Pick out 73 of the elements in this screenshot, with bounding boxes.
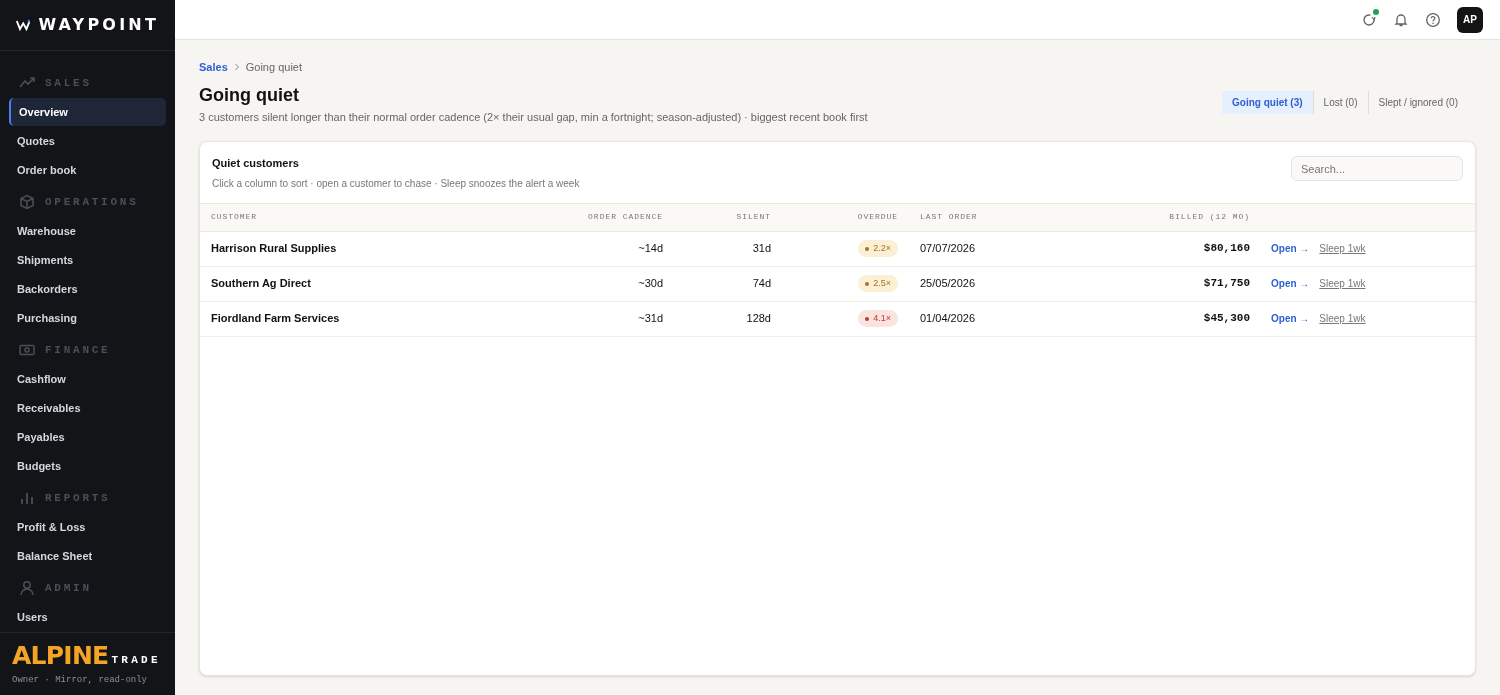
chevron-icon xyxy=(233,63,240,72)
filter-tab[interactable]: Lost (0) xyxy=(1312,90,1368,114)
company-logo: ALPINE xyxy=(12,643,109,668)
nav-item[interactable]: Payables xyxy=(9,423,166,451)
breadcrumb-current: Going quiet xyxy=(245,60,302,75)
user-icon xyxy=(18,580,36,596)
user-avatar[interactable]: AP xyxy=(1457,6,1483,33)
card-title: Quiet customers xyxy=(212,156,300,171)
table-cell-text: ~14d xyxy=(637,241,663,257)
nav-item[interactable]: Overview xyxy=(9,98,166,126)
overdue-badge: 4.1× xyxy=(858,310,898,327)
nav-item[interactable]: Receivables xyxy=(9,394,166,422)
table-cell-text: ~31d xyxy=(637,311,663,327)
table-cell-text: $45,300 xyxy=(1202,311,1250,327)
nav-item[interactable]: Warehouse xyxy=(9,217,166,245)
help-icon[interactable] xyxy=(1425,11,1441,28)
nav-item[interactable]: Shipments xyxy=(9,246,166,274)
bell-icon[interactable] xyxy=(1393,11,1409,28)
nav-item[interactable]: Budgets xyxy=(9,452,166,480)
filter-tab[interactable]: Going quiet (3) xyxy=(1222,90,1313,114)
nav-item[interactable]: Users xyxy=(9,603,166,631)
table-cell-text: Harrison Rural Supplies xyxy=(211,241,338,257)
nav-item[interactable]: Purchasing xyxy=(9,304,166,332)
table-cell-text: 01/04/2026 xyxy=(919,311,977,327)
overdue-badge: 2.2× xyxy=(858,240,898,257)
section-heading: REPORTS xyxy=(45,490,111,506)
cube-icon xyxy=(18,194,36,210)
column-header[interactable]: CUSTOMER xyxy=(211,211,512,223)
banknote-icon xyxy=(18,342,36,358)
section-heading: FINANCE xyxy=(45,342,111,358)
sleep-link[interactable]: Sleep 1wk xyxy=(1319,311,1366,326)
column-header[interactable]: BILLED (12 MO) xyxy=(1070,211,1250,223)
open-link[interactable]: Open → xyxy=(1271,276,1310,291)
section-heading: ADMIN xyxy=(45,580,92,596)
nav-item[interactable]: Order book xyxy=(9,156,166,184)
nav-item[interactable]: Profit & Loss xyxy=(9,513,166,541)
sync-icon[interactable] xyxy=(1361,11,1377,28)
table-cell-text: 31d xyxy=(751,241,771,257)
section-heading: SALES xyxy=(45,75,92,91)
table-cell-text: Fiordland Farm Services xyxy=(211,311,341,327)
sleep-link[interactable]: Sleep 1wk xyxy=(1319,241,1366,256)
nav-item[interactable]: Backorders xyxy=(9,275,166,303)
table-cell-text: $71,750 xyxy=(1202,276,1250,292)
table-cell-text: Southern Ag Direct xyxy=(211,276,312,292)
search-field[interactable]: Search... xyxy=(1291,156,1463,181)
nav-item[interactable]: Cashflow xyxy=(9,365,166,393)
nav-item[interactable]: Balance Sheet xyxy=(9,542,166,570)
overdue-badge: 2.5× xyxy=(858,275,898,292)
column-header[interactable]: OVERDUE xyxy=(771,211,898,223)
bar-chart-icon xyxy=(18,490,36,506)
breadcrumb-link[interactable]: Sales xyxy=(199,59,228,76)
open-link[interactable]: Open → xyxy=(1271,241,1310,256)
column-header[interactable]: LAST ORDER xyxy=(898,211,1070,223)
column-header[interactable]: SILENT xyxy=(663,211,771,223)
sleep-link[interactable]: Sleep 1wk xyxy=(1319,276,1366,291)
table-cell-text: 25/05/2026 xyxy=(919,276,977,292)
brand-name: WAYPOINT xyxy=(38,14,159,36)
table-cell-text: 74d xyxy=(751,276,771,292)
nav-item[interactable]: Quotes xyxy=(9,127,166,155)
table-cell-text: 07/07/2026 xyxy=(919,241,977,257)
page-title: Going quiet xyxy=(199,83,300,107)
table-cell-text: ~30d xyxy=(637,276,663,292)
role-text: Owner · Mirror, read-only xyxy=(12,674,149,687)
filter-tab[interactable]: Slept / ignored (0) xyxy=(1367,90,1468,114)
logo-icon xyxy=(16,18,31,32)
card-hint: Click a column to sort · open a customer to chase · Sleep snoozes the alert a week xyxy=(212,176,580,191)
company-logo-suffix: TRADE xyxy=(111,652,161,668)
table-cell-text: 128d xyxy=(745,311,771,327)
column-header[interactable]: ORDER CADENCE xyxy=(512,211,663,223)
open-link[interactable]: Open → xyxy=(1271,311,1310,326)
page-subtitle: 3 customers silent longer than their normal order cadence (2× their usual gap, min a fortnight; season-adjusted) · biggest recent book first xyxy=(199,109,868,125)
section-heading: OPERATIONS xyxy=(45,194,139,210)
table-cell-text: $80,160 xyxy=(1202,241,1250,257)
